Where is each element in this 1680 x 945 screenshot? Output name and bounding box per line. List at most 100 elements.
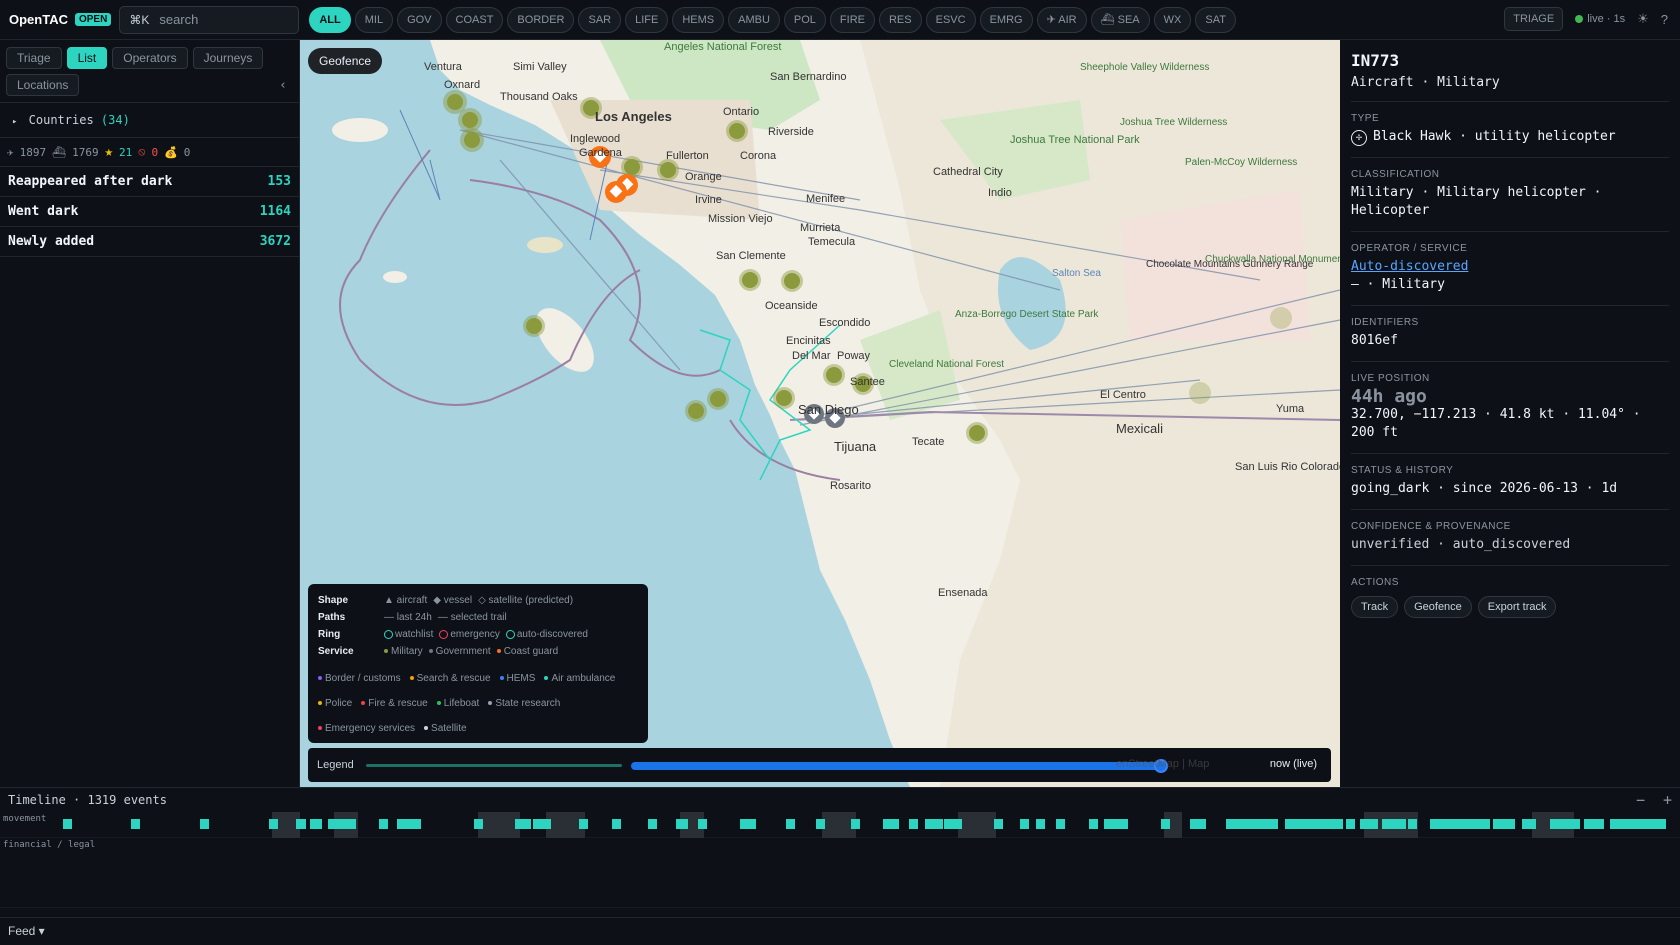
filter-chip-pol[interactable]: POL bbox=[783, 6, 826, 33]
chevron-right-icon: ▸ bbox=[12, 117, 18, 127]
filter-chip-ambu[interactable]: AMBU bbox=[728, 6, 780, 33]
timeline-title: Timeline · 1319 events bbox=[8, 793, 167, 807]
island bbox=[527, 237, 563, 253]
filter-chip-sea[interactable]: ⛴ SEA bbox=[1090, 6, 1150, 33]
filter-chip-emrg[interactable]: EMRG bbox=[979, 6, 1033, 33]
aircraft-marker[interactable] bbox=[781, 270, 803, 292]
zoom-in-button[interactable]: + bbox=[1663, 791, 1672, 809]
place-label: Joshua Tree Wilderness bbox=[1120, 117, 1227, 128]
entity-subtitle: Aircraft · Military bbox=[1351, 75, 1500, 90]
swatch-icon bbox=[499, 676, 504, 681]
geofence-action-button[interactable]: Geofence bbox=[1404, 596, 1472, 618]
list-item[interactable]: Reappeared after dark 153 bbox=[0, 167, 299, 197]
place-label: Cleveland National Forest bbox=[889, 359, 1004, 370]
filter-chip-border[interactable]: BORDER bbox=[507, 6, 575, 33]
timeline-event bbox=[1382, 819, 1406, 829]
filter-chip-all[interactable]: ALL bbox=[309, 6, 351, 33]
section-heading: LIVE POSITION bbox=[1351, 373, 1430, 384]
legend-service-name: Government bbox=[435, 646, 491, 657]
tab-list[interactable]: List bbox=[66, 47, 108, 69]
aircraft-marker[interactable] bbox=[1270, 307, 1292, 329]
filter-chip-res[interactable]: RES bbox=[878, 6, 922, 33]
aircraft-marker[interactable] bbox=[739, 269, 761, 291]
legend-service: Military bbox=[384, 646, 423, 657]
filter-chip-air[interactable]: ✈ AIR bbox=[1036, 6, 1087, 33]
app-logo[interactable]: OpenTAC bbox=[9, 12, 68, 27]
legend-service: Emergency services bbox=[318, 716, 415, 741]
filter-chip-wx[interactable]: WX bbox=[1153, 6, 1192, 33]
timeline-event bbox=[925, 819, 943, 829]
timeline-event bbox=[474, 819, 483, 829]
timeline-lane-movement[interactable]: movement bbox=[0, 812, 1680, 838]
aircraft-marker[interactable] bbox=[707, 388, 729, 410]
legend-service-name: State research bbox=[495, 698, 561, 709]
filter-chip-gov[interactable]: GOV bbox=[397, 6, 442, 33]
timeline-event bbox=[1190, 819, 1206, 829]
triage-button[interactable]: TRIAGE bbox=[1504, 7, 1564, 31]
legend-service-name: Fire & rescue bbox=[368, 698, 428, 709]
filter-chip-sat[interactable]: SAT bbox=[1195, 6, 1236, 33]
aircraft-marker[interactable] bbox=[657, 159, 679, 181]
filter-chip-life[interactable]: LIFE bbox=[625, 6, 669, 33]
aircraft-marker[interactable] bbox=[460, 128, 484, 152]
vessel-marker[interactable] bbox=[605, 181, 627, 203]
timeline-event bbox=[379, 819, 388, 829]
aircraft-marker[interactable] bbox=[773, 387, 795, 409]
geofence-button[interactable]: Geofence bbox=[308, 48, 383, 74]
island bbox=[332, 118, 388, 142]
timeline-event bbox=[909, 819, 918, 829]
map-view[interactable]: Ventura Oxnard Simi Valley Thousand Oaks… bbox=[300, 40, 1340, 787]
now-live-label[interactable]: now (live) bbox=[1270, 758, 1317, 770]
help-icon[interactable]: ? bbox=[1661, 12, 1668, 27]
tab-triage[interactable]: Triage bbox=[6, 47, 62, 69]
confidence-section: CONFIDENCE & PROVENANCE unverified · aut… bbox=[1351, 509, 1669, 554]
list-item[interactable]: Newly added 3672 bbox=[0, 227, 299, 257]
legend-service: Border / customs bbox=[318, 666, 401, 691]
search-input[interactable]: ⌘K search bbox=[119, 5, 300, 34]
export-track-button[interactable]: Export track bbox=[1477, 596, 1557, 618]
aircraft-marker[interactable] bbox=[823, 364, 845, 386]
filter-chip-mil[interactable]: MIL bbox=[354, 6, 394, 33]
position-section: LIVE POSITION 44h ago 32.700, −117.213 ·… bbox=[1351, 361, 1669, 442]
theme-toggle-icon[interactable]: ☀ bbox=[1637, 11, 1649, 27]
track-button[interactable]: Track bbox=[1351, 596, 1399, 618]
legend-path-24h: — last 24h bbox=[384, 612, 432, 623]
list-item[interactable]: Went dark 1164 bbox=[0, 197, 299, 227]
feed-toggle[interactable]: Feed ▾ bbox=[0, 917, 1680, 945]
filter-chip-fire[interactable]: FIRE bbox=[829, 6, 875, 33]
history-track[interactable] bbox=[366, 764, 622, 767]
aircraft-marker[interactable] bbox=[726, 120, 748, 142]
event-cluster-band bbox=[478, 812, 520, 838]
timeline-event bbox=[296, 819, 306, 829]
tab-locations[interactable]: Locations bbox=[6, 74, 80, 96]
list-item-count: 153 bbox=[267, 174, 291, 189]
aircraft-marker[interactable] bbox=[1189, 382, 1211, 404]
countries-toggle[interactable]: ▸ Countries (34) bbox=[0, 103, 299, 138]
aircraft-marker[interactable] bbox=[685, 400, 707, 422]
tab-operators[interactable]: Operators bbox=[112, 47, 188, 69]
classification-section: CLASSIFICATION Military · Military helic… bbox=[1351, 157, 1669, 220]
filter-chip-hems[interactable]: HEMS bbox=[672, 6, 725, 33]
zoom-out-button[interactable]: − bbox=[1636, 791, 1645, 809]
operator-link[interactable]: Auto-discovered bbox=[1351, 259, 1468, 274]
place-label: Oceanside bbox=[765, 300, 818, 312]
filter-chip-esvc[interactable]: ESVC bbox=[925, 6, 976, 33]
timeline-event bbox=[851, 819, 860, 829]
top-right-controls: TRIAGE live · 1s ☀ ? bbox=[1504, 7, 1668, 31]
aircraft-icon: ✈ bbox=[7, 145, 14, 159]
place-label: Murrieta bbox=[800, 222, 841, 234]
aircraft-marker[interactable] bbox=[966, 422, 988, 444]
time-range-slider[interactable] bbox=[631, 762, 1161, 770]
legend-services-more: Border / customs Search & rescue HEMS Ai… bbox=[318, 666, 638, 741]
timeline-lane-financial[interactable]: financial / legal bbox=[0, 838, 1680, 908]
place-label: Gardena bbox=[579, 147, 623, 159]
filter-chip-coast[interactable]: COAST bbox=[445, 6, 504, 33]
countries-label: Countries bbox=[28, 113, 94, 127]
collapse-sidebar-icon[interactable]: ‹ bbox=[279, 78, 287, 93]
tab-journeys[interactable]: Journeys bbox=[192, 47, 264, 69]
place-label: Indio bbox=[988, 187, 1012, 199]
aircraft-marker[interactable] bbox=[523, 315, 545, 337]
filter-chip-sar[interactable]: SAR bbox=[578, 6, 622, 33]
swatch-icon bbox=[436, 701, 441, 706]
list-item-count: 1164 bbox=[259, 204, 291, 219]
